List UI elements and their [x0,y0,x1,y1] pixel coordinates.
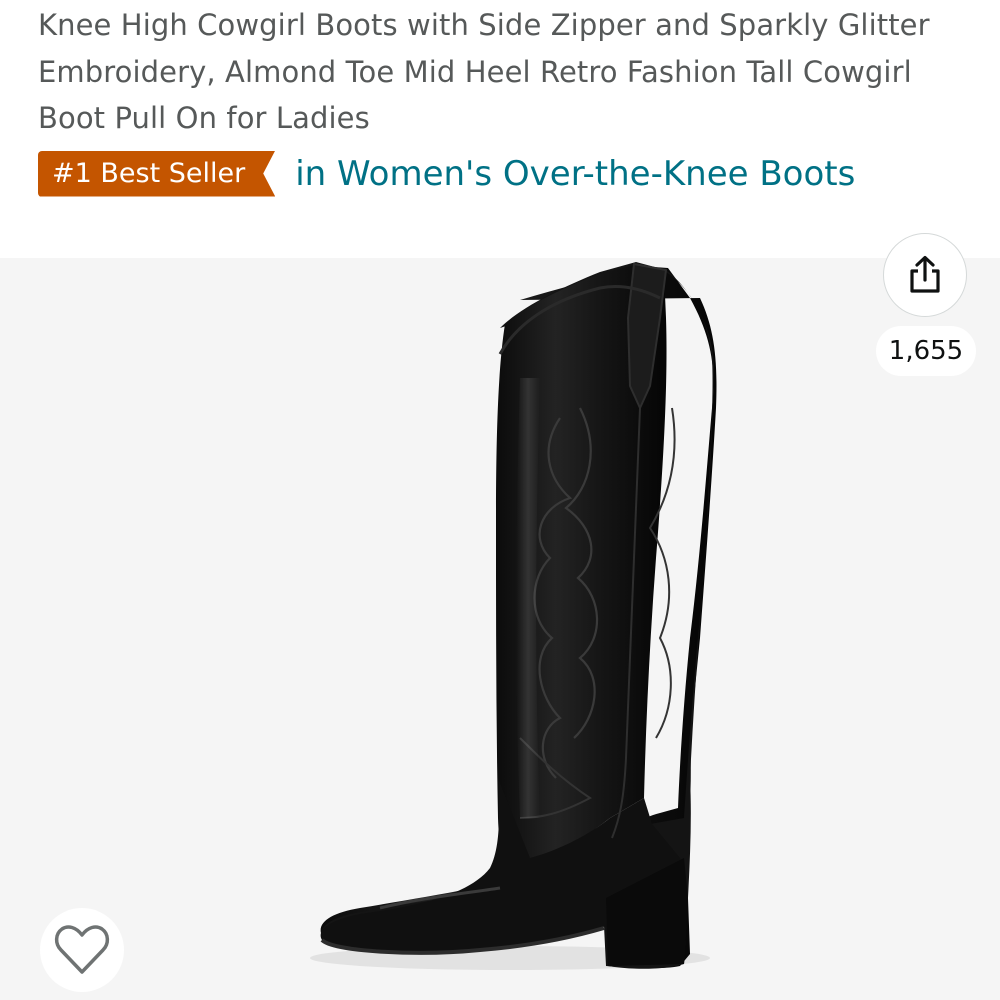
best-seller-category-link[interactable]: in Women's Over-the-Knee Boots [295,151,855,197]
product-image-gallery[interactable] [0,258,1000,1000]
share-icon [910,255,940,293]
product-detail-page: Knee High Cowgirl Boots with Side Zipper… [0,0,1000,1000]
best-seller-row: #1 Best Seller in Women's Over-the-Knee … [38,150,855,197]
product-image[interactable] [0,258,1000,1000]
share-count: 1,655 [876,326,976,376]
product-title: Knee High Cowgirl Boots with Side Zipper… [38,8,930,135]
share-button[interactable] [883,233,967,317]
add-to-wishlist-button[interactable] [40,908,124,992]
heart-outline-icon [54,925,110,974]
best-seller-badge[interactable]: #1 Best Seller [38,151,275,197]
